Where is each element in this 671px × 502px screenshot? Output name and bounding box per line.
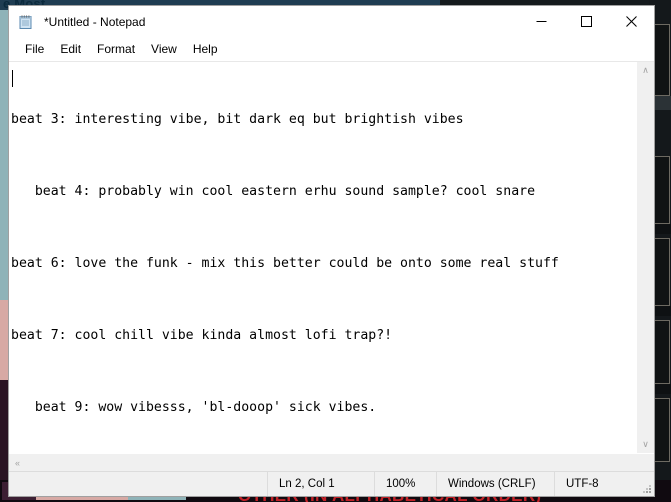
minimize-icon: [536, 21, 547, 22]
scroll-down-icon[interactable]: ∨: [637, 436, 654, 453]
horizontal-scrollbar[interactable]: «: [9, 453, 654, 471]
status-spacer: [9, 472, 267, 496]
editor-text[interactable]: beat 3: interesting vibe, bit dark eq bu…: [11, 66, 636, 453]
editor-area: beat 3: interesting vibe, bit dark eq bu…: [9, 62, 654, 453]
menu-item-file[interactable]: File: [17, 40, 52, 58]
menu-bar: File Edit Format View Help: [9, 37, 654, 62]
window-title: *Untitled - Notepad: [44, 14, 146, 29]
maximize-button[interactable]: [564, 6, 609, 37]
minimize-button[interactable]: [519, 6, 564, 37]
menu-item-edit[interactable]: Edit: [52, 40, 89, 58]
title-bar[interactable]: *Untitled - Notepad: [9, 6, 654, 37]
status-bar: Ln 2, Col 1 100% Windows (CRLF) UTF-8: [9, 471, 654, 496]
menu-item-format[interactable]: Format: [89, 40, 143, 58]
close-button[interactable]: [609, 6, 654, 37]
notepad-icon: [18, 14, 34, 30]
status-cursor-position: Ln 2, Col 1: [267, 472, 374, 496]
status-encoding: UTF-8: [554, 472, 640, 496]
close-icon: [626, 16, 637, 27]
resize-grip-icon[interactable]: [640, 472, 654, 496]
status-line-ending: Windows (CRLF): [436, 472, 554, 496]
maximize-icon: [581, 16, 592, 27]
menu-item-help[interactable]: Help: [185, 40, 226, 58]
menu-item-view[interactable]: View: [143, 40, 185, 58]
scrollbar-corner: [637, 454, 654, 471]
text-caret: [12, 70, 13, 87]
scroll-left-icon[interactable]: «: [9, 454, 26, 471]
text-editor[interactable]: beat 3: interesting vibe, bit dark eq bu…: [9, 62, 636, 453]
notepad-window: *Untitled - Notepad File Edit Format Vie…: [8, 5, 655, 497]
vertical-scrollbar[interactable]: ∧ ∨: [636, 62, 654, 453]
scroll-up-icon[interactable]: ∧: [637, 62, 654, 79]
status-zoom-level[interactable]: 100%: [374, 472, 436, 496]
window-controls: [519, 6, 654, 37]
